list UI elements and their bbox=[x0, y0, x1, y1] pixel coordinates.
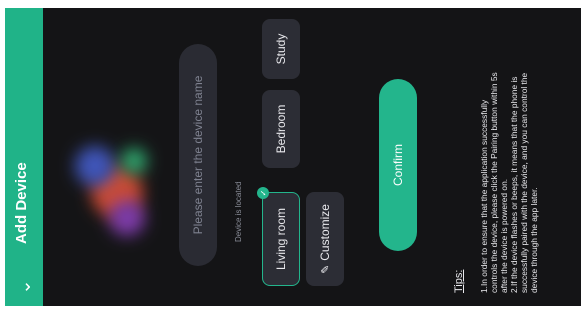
tips-line: device through the app later. bbox=[529, 187, 539, 293]
checkmark-icon: ✓ bbox=[257, 187, 269, 199]
tips-line: 2.If the device flashes or beeps, it mea… bbox=[509, 76, 519, 294]
room-label: Bedroom bbox=[274, 104, 288, 154]
customize-button[interactable]: ✎ Customize bbox=[306, 192, 344, 286]
tips-line: controls the device, please click the Pa… bbox=[489, 72, 499, 293]
room-bedroom[interactable]: Bedroom bbox=[262, 90, 300, 168]
room-label: Study bbox=[274, 33, 288, 65]
location-label: Device is located bbox=[234, 181, 243, 242]
tips-body: 1.In order to ensure that the applicatio… bbox=[479, 8, 539, 293]
add-device-screen: ⌄ Add Device Please enter the device nam… bbox=[5, 8, 581, 306]
device-image bbox=[65, 116, 161, 246]
confirm-button[interactable]: Confirm bbox=[379, 79, 417, 251]
header-bar: ⌄ Add Device bbox=[5, 8, 43, 306]
device-name-input[interactable]: Please enter the device name bbox=[179, 44, 217, 266]
room-living-room[interactable]: Living room ✓ bbox=[257, 187, 300, 286]
page-title: Add Device bbox=[13, 162, 30, 244]
device-image-blob-purple bbox=[109, 200, 145, 236]
tips-line: after the device is powered on. bbox=[499, 178, 509, 293]
customize-label: Customize bbox=[318, 204, 332, 261]
tips-line: 1.In order to ensure that the applicatio… bbox=[479, 99, 489, 293]
room-label: Living room bbox=[274, 207, 288, 271]
tips-line: successfully paired with the device, and… bbox=[519, 72, 529, 293]
pencil-icon: ✎ bbox=[319, 264, 332, 274]
tips-heading: Tips: bbox=[453, 269, 465, 293]
chevron-down-icon[interactable]: ⌄ bbox=[5, 268, 43, 306]
room-study[interactable]: Study bbox=[262, 19, 300, 79]
confirm-label: Confirm bbox=[391, 144, 405, 187]
device-image-blob-blue bbox=[75, 146, 115, 186]
device-image-blob-green bbox=[121, 148, 147, 174]
device-name-placeholder: Please enter the device name bbox=[191, 75, 205, 235]
